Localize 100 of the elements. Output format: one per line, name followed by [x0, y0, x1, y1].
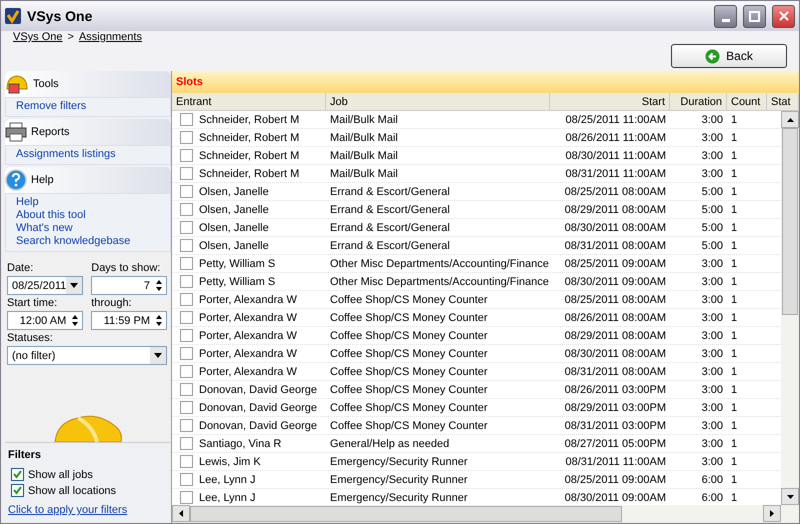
start-time-field[interactable]: 12:00 AM [7, 311, 84, 330]
sidebar-section-header[interactable]: Tools [5, 71, 171, 97]
sidebar-link[interactable]: What's new [16, 222, 160, 235]
table-cell-text: 6:00 [700, 474, 724, 486]
row-checkbox[interactable] [180, 149, 193, 162]
maximize-button[interactable] [743, 4, 766, 28]
table-cell-text: 3:00 [700, 276, 724, 288]
table-cell-text: 08/30/2011 11:00AM [564, 150, 667, 162]
apply-filters-link[interactable]: Click to apply your filters [8, 500, 169, 517]
table-cell-text: General/Help as needed [329, 438, 450, 450]
table-cell-text: 08/30/2011 09:00AM [564, 492, 667, 504]
row-checkbox[interactable] [180, 221, 193, 234]
sidebar-link[interactable]: Search knowledgebase [16, 235, 160, 248]
table-cell: Porter, Alexandra W [199, 330, 297, 342]
dropdown-caret-icon [66, 277, 82, 294]
column-header[interactable]: Entrant [172, 93, 326, 110]
table-cell-text: 3:00 [700, 420, 724, 432]
statuses-dropdown[interactable]: (no filter) [7, 346, 167, 365]
row-checkbox[interactable] [180, 257, 193, 270]
table-cell: Olsen, Janelle [199, 240, 269, 252]
table-cell-text: 1 [730, 240, 738, 252]
sidebar-link[interactable]: Help [16, 196, 160, 209]
table-cell-text: 3:00 [700, 384, 724, 396]
sidebar-section-header[interactable]: Reports [5, 119, 171, 145]
slots-header: Slots [172, 71, 799, 93]
table-cell-text: 1 [730, 132, 738, 144]
row-checkbox[interactable] [180, 419, 193, 432]
column-header[interactable]: Count [727, 93, 767, 110]
checkbox[interactable] [11, 468, 24, 481]
row-checkbox[interactable] [180, 167, 193, 180]
column-header[interactable]: Duration [670, 93, 727, 110]
checkbox-label: Show all jobs [28, 468, 93, 480]
table-cell-text: 3:00 [700, 168, 724, 180]
sidebar-link[interactable]: About this tool [16, 209, 160, 222]
table-cell-text: 1 [730, 438, 738, 450]
vertical-scrollbar[interactable] [781, 111, 799, 505]
field-label: Statuses: [7, 332, 54, 344]
table-cell-text: 5:00 [700, 186, 724, 198]
row-checkbox[interactable] [180, 275, 193, 288]
column-header[interactable]: Job [326, 93, 550, 110]
maximize-icon [749, 10, 760, 22]
scrollbar-thumb[interactable] [190, 506, 622, 522]
checkbox[interactable] [11, 484, 24, 497]
table-cell: Donovan, David George [199, 384, 318, 396]
table-cell-text: 08/25/2011 09:00AM [564, 258, 667, 270]
table-cell-text: Mail/Bulk Mail [329, 114, 399, 126]
close-button[interactable] [772, 4, 795, 28]
row-checkbox[interactable] [180, 113, 193, 126]
row-checkbox[interactable] [180, 401, 193, 414]
table-cell-text: 1 [730, 204, 738, 216]
table-cell: Lee, Lynn J [199, 474, 256, 486]
horizontal-scrollbar[interactable] [172, 505, 799, 523]
table-cell-text: 08/26/2011 03:00PM [564, 384, 667, 396]
breadcrumb-link[interactable]: Assignments [78, 31, 142, 43]
table-cell-text: Mail/Bulk Mail [329, 168, 399, 180]
table-cell-text: 1 [730, 456, 738, 468]
row-checkbox[interactable] [180, 455, 193, 468]
table-cell-text: 1 [730, 186, 738, 198]
table-cell: Olsen, Janelle [199, 186, 269, 198]
row-checkbox[interactable] [180, 365, 193, 378]
row-checkbox[interactable] [180, 473, 193, 486]
table-cell: Porter, Alexandra W [199, 348, 297, 360]
end-time-field[interactable]: 11:59 PM [91, 311, 167, 330]
minimize-button[interactable] [714, 4, 737, 28]
close-icon [778, 11, 788, 21]
row-checkbox[interactable] [180, 437, 193, 450]
row-checkbox[interactable] [180, 203, 193, 216]
row-checkbox[interactable] [180, 311, 193, 324]
table-cell-text: Coffee Shop/CS Money Counter [329, 384, 489, 396]
sidebar-link[interactable]: Remove filters [16, 100, 160, 113]
row-checkbox[interactable] [180, 185, 193, 198]
row-checkbox[interactable] [180, 329, 193, 342]
column-header[interactable]: Stat [767, 93, 799, 110]
row-checkbox[interactable] [180, 347, 193, 360]
scrollbar-thumb[interactable] [782, 128, 798, 315]
column-header[interactable]: Start [550, 93, 670, 110]
table-cell-text: 08/31/2011 11:00AM [564, 168, 667, 180]
sidebar-link[interactable]: Assignments listings [16, 148, 160, 161]
row-checkbox[interactable] [180, 131, 193, 144]
date-field[interactable]: 08/25/2011 [7, 276, 84, 295]
row-checkbox[interactable] [180, 293, 193, 306]
table-cell: Donovan, David George [199, 420, 318, 432]
breadcrumb-link[interactable]: VSys One [13, 31, 63, 43]
table-cell-text: 08/26/2011 11:00AM [564, 132, 667, 144]
table-cell-text: Emergency/Security Runner [329, 492, 469, 504]
row-checkbox[interactable] [180, 491, 193, 504]
printer-icon [5, 122, 27, 142]
row-checkbox[interactable] [180, 239, 193, 252]
dropdown-caret-icon [150, 347, 166, 364]
row-checkbox[interactable] [180, 383, 193, 396]
table-cell: Petty, William S [199, 276, 276, 288]
table-cell-text: 1 [730, 330, 738, 342]
table-cell-text: 6:00 [700, 492, 724, 504]
back-button[interactable]: Back [671, 44, 787, 68]
table-cell-text: Errand & Escort/General [329, 222, 451, 234]
table-cell-text: 3:00 [700, 114, 724, 126]
table-cell-text: 1 [730, 348, 738, 360]
table-cell-text: Other Misc Departments/Accounting/Finance [329, 258, 550, 270]
sidebar-section-header[interactable]: Help [5, 167, 171, 193]
days-field[interactable]: 7 [91, 276, 167, 295]
